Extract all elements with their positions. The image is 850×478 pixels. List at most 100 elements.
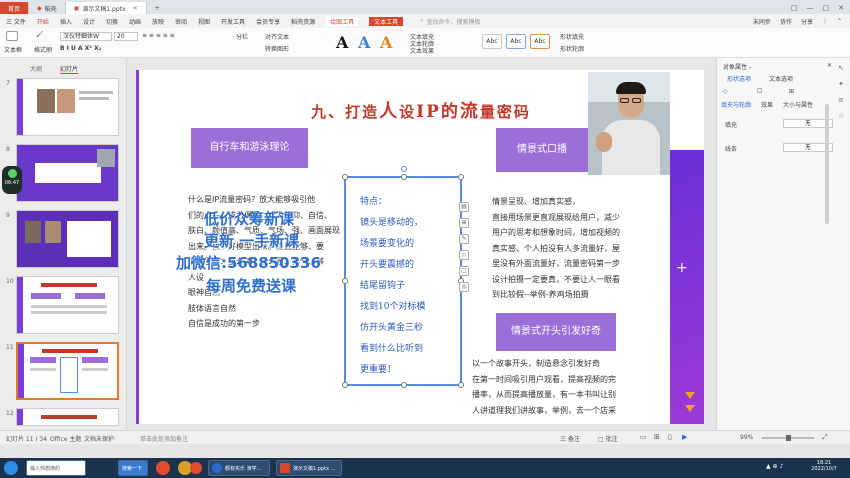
close-tab-icon[interactable]: ✕ xyxy=(133,5,138,12)
fit-window-icon[interactable]: ⤢ xyxy=(822,433,828,442)
subtab-fill-outline[interactable]: 填充与轮廓 xyxy=(721,100,751,109)
pane-scrollbar[interactable] xyxy=(825,104,829,224)
resize-handle[interactable] xyxy=(458,174,464,180)
property-tool-icon[interactable]: ≡ xyxy=(838,92,848,108)
menu-file[interactable]: 三 文件 xyxy=(6,17,26,26)
font-size-select[interactable]: 20 xyxy=(114,32,138,41)
menu-slideshow[interactable]: 放映 xyxy=(152,17,164,26)
comments-toggle[interactable]: □ 批注 xyxy=(598,434,618,443)
select-tool-icon[interactable]: ↖ xyxy=(838,60,848,76)
slide-11[interactable]: + 九、打造人设IP的流量密码 自行车和游泳理论 情景式口播 情景式开头引发好奇… xyxy=(136,70,704,424)
menu-drawing-tools[interactable]: 绘图工具 xyxy=(326,16,359,26)
slide-thumbnail-7[interactable] xyxy=(16,78,119,136)
tab-document[interactable]: ▣ 演示文稿1.pptx ✕ xyxy=(65,2,147,14)
new-tab-button[interactable]: + xyxy=(147,2,168,14)
menu-text-tools[interactable]: 文本工具 xyxy=(369,16,404,26)
menu-developer[interactable]: 开发工具 xyxy=(221,17,245,26)
font-style-buttons[interactable]: B I U A X² X₂ xyxy=(60,45,101,52)
menu-docer-resources[interactable]: 稻壳资源 xyxy=(291,17,315,26)
subtab-effects[interactable]: 效果 xyxy=(761,100,773,109)
pane-close-icon[interactable]: ✕ xyxy=(827,62,832,69)
shape-fill-button[interactable]: 形状填充 xyxy=(560,32,584,41)
tab-outline[interactable]: 大纲 xyxy=(30,64,42,74)
columns-button[interactable]: 分栏 xyxy=(236,32,248,41)
slide-thumbnail-10[interactable] xyxy=(16,276,119,334)
menu-review[interactable]: 审阅 xyxy=(175,17,187,26)
font-name-select[interactable]: 汉仪特细体W xyxy=(60,32,112,41)
zoom-level[interactable]: 99% xyxy=(740,434,753,441)
menu-transition[interactable]: 切换 xyxy=(106,17,118,26)
reading-view-icon[interactable]: ▯ xyxy=(668,433,672,441)
taskbar-app-wps[interactable]: 演示文稿1.pptx ... xyxy=(276,460,342,476)
collaborate-button[interactable]: 协作 xyxy=(780,17,792,26)
resize-handle[interactable] xyxy=(342,278,348,284)
resize-handle[interactable] xyxy=(342,382,348,388)
slide-thumbnail-9[interactable] xyxy=(16,210,119,268)
tab-docer[interactable]: ◆ 稻壳 xyxy=(29,2,66,14)
notes-hint[interactable]: 单击此处添加备注 xyxy=(140,434,188,443)
tab-slides[interactable]: 幻灯片 xyxy=(60,64,79,74)
clock[interactable]: 18:21 2022/10/7 xyxy=(806,460,842,472)
menu-start[interactable]: 开始 xyxy=(37,17,49,26)
menu-insert[interactable]: 插入 xyxy=(60,17,72,26)
effects-tab-icon[interactable]: ☐ xyxy=(757,88,762,95)
taskbar-search-button[interactable]: 搜索一下 xyxy=(118,460,148,476)
align-text-button[interactable]: 对齐文本 xyxy=(265,32,289,41)
command-search[interactable]: ⌕ 查找命令、搜索模板 xyxy=(420,17,480,26)
slide-thumbnail-8[interactable] xyxy=(16,144,119,202)
format-painter-icon[interactable]: 🖌 xyxy=(36,31,44,38)
taskbar-app-live[interactable]: 额有实乐 演学... xyxy=(208,460,270,476)
screen-recorder-badge[interactable]: 06:47 xyxy=(2,166,22,194)
textbox-icon[interactable] xyxy=(6,31,18,43)
close-window-icon[interactable]: ✕ xyxy=(838,4,844,12)
style-tool-icon[interactable]: ✦ xyxy=(838,76,848,92)
layout-icon[interactable]: □ xyxy=(791,4,798,12)
normal-view-icon[interactable]: ▭ xyxy=(640,433,647,441)
resize-handle[interactable] xyxy=(458,382,464,388)
tab-shape-options[interactable]: 形状选项 xyxy=(727,74,751,83)
resize-handle[interactable] xyxy=(342,174,348,180)
paragraph-align-buttons[interactable]: ≡ ≡ ≡ ≡ ≡ xyxy=(142,32,175,39)
collapse-ribbon-icon[interactable]: ⌃ xyxy=(837,18,842,25)
animation-tool-icon[interactable]: ☆ xyxy=(838,108,848,124)
text-style-black-a[interactable]: A xyxy=(336,33,348,52)
size-tab-icon[interactable]: ⊞ xyxy=(789,88,794,95)
play-icon[interactable]: ▶ xyxy=(682,433,687,441)
zoom-slider-thumb[interactable] xyxy=(786,435,791,441)
text-effect-button[interactable]: 文本效果 xyxy=(410,46,434,55)
notes-toggle[interactable]: 三 备注 xyxy=(560,434,580,443)
shape-style-1[interactable]: Abc xyxy=(482,34,502,49)
tab-home[interactable]: 首页 xyxy=(0,2,30,14)
subtab-size[interactable]: 大小与属性 xyxy=(783,100,813,109)
text-box-content[interactable]: 特点： 镜头是移动的， 场景要变化的 开头要震撼的 结尾留钩子 找到10个对标模… xyxy=(360,192,456,381)
start-button-icon[interactable] xyxy=(4,461,18,475)
taskbar-search[interactable]: 输入你想搜的 xyxy=(26,460,86,476)
convert-shape-button[interactable]: 转换图形 xyxy=(265,44,289,53)
resize-handle[interactable] xyxy=(401,174,407,180)
maximize-icon[interactable]: □ xyxy=(823,4,830,12)
more-icon[interactable]: ⋮ xyxy=(822,18,828,25)
selected-text-box[interactable]: 特点： 镜头是移动的， 场景要变化的 开头要震撼的 结尾留钩子 找到10个对标模… xyxy=(342,166,464,388)
zoom-icon[interactable]: ⊕ xyxy=(459,218,469,228)
menu-member[interactable]: 会员专享 xyxy=(256,17,280,26)
text-style-orange-a[interactable]: A xyxy=(380,33,392,52)
text-style-blue-a[interactable]: A xyxy=(358,33,370,52)
slide-thumbnail-12[interactable] xyxy=(16,408,119,426)
resize-handle[interactable] xyxy=(401,382,407,388)
chrome-icon[interactable] xyxy=(156,461,170,475)
menu-design[interactable]: 设计 xyxy=(83,17,95,26)
menu-animation[interactable]: 动画 xyxy=(129,17,141,26)
fill-icon[interactable]: ◇ xyxy=(459,250,469,260)
layout-options-icon[interactable]: ▤ xyxy=(459,202,469,212)
tray-icons[interactable]: ▲ ⊕ ♪ xyxy=(766,463,783,470)
shape-style-2[interactable]: Abc xyxy=(506,34,526,49)
sorter-view-icon[interactable]: ⊞ xyxy=(654,433,660,441)
effects-icon[interactable]: ◎ xyxy=(459,282,469,292)
format-painter-button[interactable]: 格式刷 xyxy=(34,45,52,54)
slide-thumbnail-11-selected[interactable] xyxy=(16,342,119,400)
tab-text-options[interactable]: 文本选项 xyxy=(769,74,793,83)
shape-outline-button[interactable]: 形状轮廓 xyxy=(560,44,584,53)
fill-outline-icon[interactable]: ◇ xyxy=(723,88,728,95)
outline-icon[interactable]: □ xyxy=(459,266,469,276)
app-icon[interactable] xyxy=(190,462,202,474)
